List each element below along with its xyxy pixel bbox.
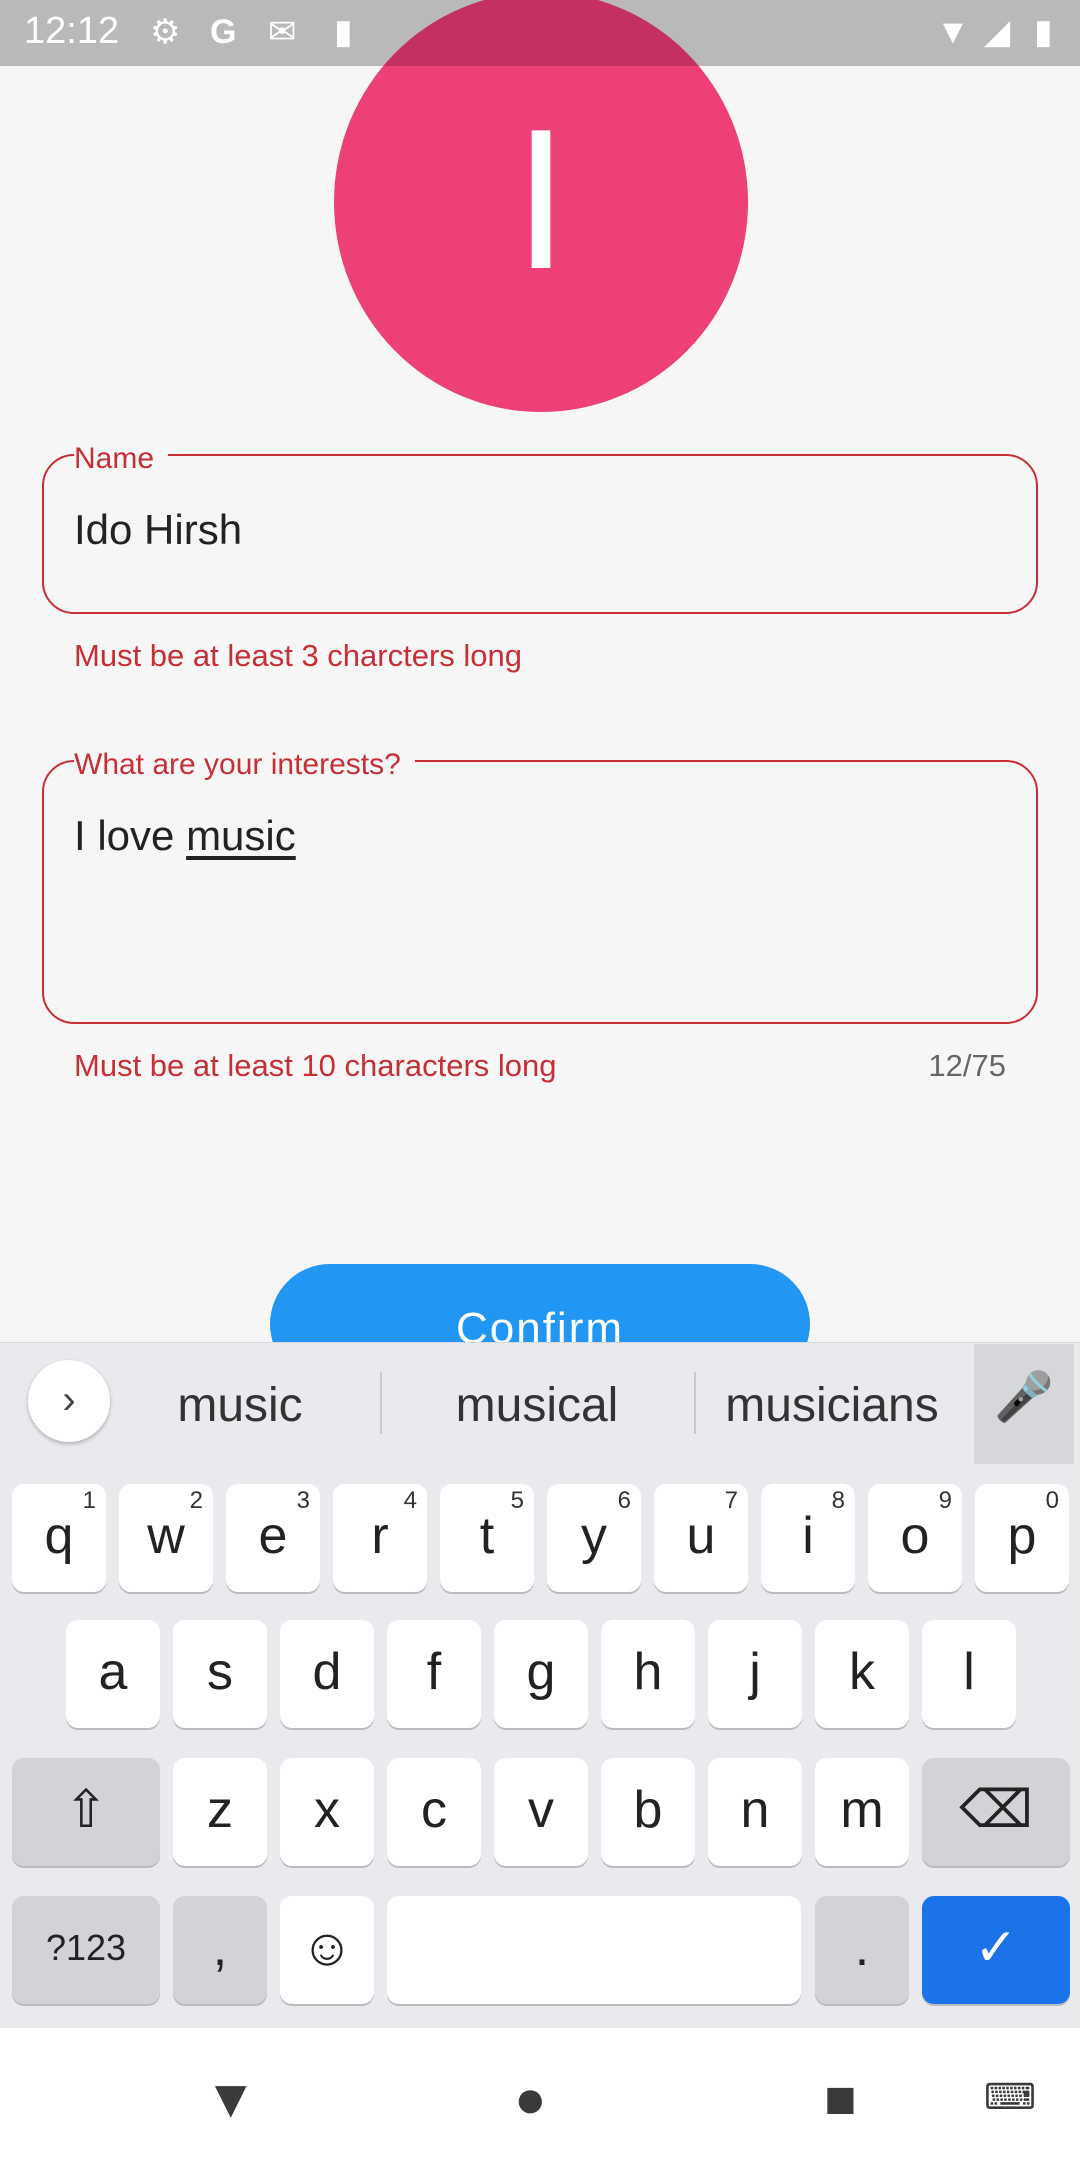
key-k[interactable]: k: [815, 1620, 909, 1728]
wifi-icon: ▼: [936, 13, 970, 51]
key-j[interactable]: j: [708, 1620, 802, 1728]
interests-field[interactable]: [42, 760, 1038, 1024]
suggestion-divider: [694, 1372, 696, 1434]
chevron-right-icon[interactable]: ›: [28, 1360, 110, 1442]
home-circle-icon[interactable]: ●: [514, 2068, 547, 2130]
interests-field-label: What are your interests?: [74, 748, 415, 782]
interests-value-prefix: I love: [74, 812, 187, 859]
space-key[interactable]: [387, 1896, 801, 2004]
symbols-key[interactable]: ?123: [12, 1896, 160, 2004]
key-o[interactable]: o9: [868, 1484, 962, 1592]
comma-key[interactable]: ,: [173, 1896, 267, 2004]
key-t[interactable]: t5: [440, 1484, 534, 1592]
key-e[interactable]: e3: [226, 1484, 320, 1592]
interests-char-counter: 12/75: [928, 1048, 1006, 1083]
interests-value-underlined: music: [186, 812, 296, 859]
key-b[interactable]: b: [601, 1758, 695, 1866]
key-r[interactable]: r4: [333, 1484, 427, 1592]
avatar-initial: I: [513, 88, 569, 311]
key-w[interactable]: w2: [119, 1484, 213, 1592]
key-v[interactable]: v: [494, 1758, 588, 1866]
name-field-value[interactable]: Ido Hirsh: [74, 506, 242, 554]
navigation-bar: ▼ ● ■ ⌨: [0, 2028, 1080, 2160]
interests-error-text: Must be at least 10 characters long: [74, 1048, 557, 1083]
name-field-label: Name: [74, 442, 169, 476]
emoji-key[interactable]: ☺: [280, 1896, 374, 2004]
period-key[interactable]: .: [815, 1896, 909, 2004]
key-u[interactable]: u7: [654, 1484, 748, 1592]
mail-icon: ✉: [268, 13, 297, 51]
key-n[interactable]: n: [708, 1758, 802, 1866]
key-x[interactable]: x: [280, 1758, 374, 1866]
shift-key[interactable]: ⇧: [12, 1758, 160, 1866]
key-g[interactable]: g: [494, 1620, 588, 1728]
status-time: 12:12: [24, 10, 120, 52]
suggestion-divider: [380, 1372, 382, 1434]
key-q[interactable]: q1: [12, 1484, 106, 1592]
suggestion-1[interactable]: music: [130, 1378, 350, 1432]
key-d[interactable]: d: [280, 1620, 374, 1728]
key-z[interactable]: z: [173, 1758, 267, 1866]
key-f[interactable]: f: [387, 1620, 481, 1728]
done-key[interactable]: ✓: [922, 1896, 1070, 2004]
mic-button[interactable]: 🎤: [974, 1344, 1074, 1464]
emoji-icon: ☺: [300, 1919, 354, 1977]
suggestion-2[interactable]: musical: [400, 1378, 674, 1432]
google-g-icon: G: [210, 13, 237, 51]
name-error-text: Must be at least 3 charcters long: [74, 638, 523, 673]
gear-icon: ⚙: [150, 13, 181, 51]
key-h[interactable]: h: [601, 1620, 695, 1728]
suggestion-3[interactable]: musicians: [706, 1378, 958, 1432]
backspace-icon: ⌫: [959, 1781, 1033, 1839]
battery-icon: ▮: [1034, 13, 1053, 51]
backspace-key[interactable]: ⌫: [922, 1758, 1070, 1866]
key-m[interactable]: m: [815, 1758, 909, 1866]
key-c[interactable]: c: [387, 1758, 481, 1866]
key-i[interactable]: i8: [761, 1484, 855, 1592]
recents-square-icon[interactable]: ■: [824, 2068, 857, 2130]
keyboard-switch-icon[interactable]: ⌨: [984, 2076, 1036, 2118]
key-a[interactable]: a: [66, 1620, 160, 1728]
key-s[interactable]: s: [173, 1620, 267, 1728]
checkmark-icon: ✓: [974, 1919, 1018, 1977]
key-y[interactable]: y6: [547, 1484, 641, 1592]
interests-field-value[interactable]: I love music: [74, 812, 296, 860]
signal-icon: ◢: [984, 13, 1011, 51]
microphone-icon: 🎤: [994, 1371, 1054, 1424]
sd-card-icon: ▮: [334, 13, 353, 51]
key-p[interactable]: p0: [975, 1484, 1069, 1592]
shift-arrow-icon: ⇧: [64, 1781, 108, 1839]
key-l[interactable]: l: [922, 1620, 1016, 1728]
back-triangle-icon[interactable]: ▼: [204, 2068, 257, 2130]
